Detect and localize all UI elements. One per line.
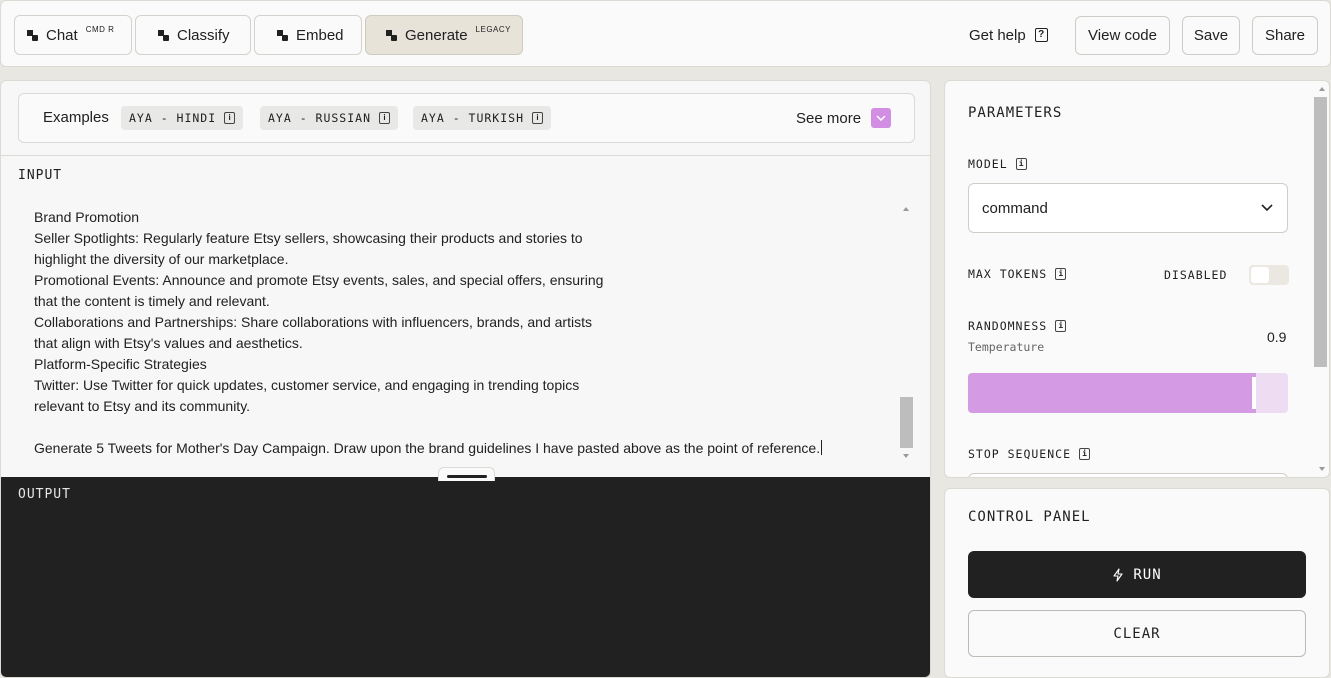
tab-embed-label: Embed — [296, 26, 344, 44]
lightning-icon — [1113, 567, 1123, 582]
scroll-down-arrow[interactable] — [903, 454, 909, 458]
tab-chat-label: Chat — [46, 26, 78, 44]
info-icon: i — [224, 112, 236, 124]
divider — [1, 155, 930, 156]
tab-embed[interactable]: Embed — [254, 15, 362, 55]
max-tokens-state: DISABLED — [1164, 268, 1228, 282]
classify-icon — [158, 29, 169, 41]
control-panel-title: CONTROL PANEL — [968, 509, 1091, 525]
input-label: INPUT — [18, 168, 63, 183]
parameters-scrollbar[interactable] — [1314, 97, 1327, 367]
prompt-line: highlight the diversity of our marketpla… — [34, 251, 289, 267]
prompt-line: that align with Etsy's values and aesthe… — [34, 335, 303, 351]
info-icon: i — [379, 112, 391, 124]
tab-chat-tag: CMD R — [85, 24, 115, 34]
see-more-label: See more — [796, 109, 862, 127]
info-icon: i — [1015, 158, 1027, 170]
example-chip-label: AYA - TURKISH — [421, 111, 525, 125]
randomness-label: RANDOMNESS i — [968, 319, 1067, 333]
temperature-label: Temperature — [968, 340, 1045, 354]
control-panel: CONTROL PANEL RUN CLEAR — [944, 488, 1330, 678]
prompt-line: Seller Spotlights: Regularly feature Ets… — [34, 230, 583, 246]
tab-classify[interactable]: Classify — [135, 15, 251, 55]
chevron-down-icon — [1261, 204, 1273, 212]
max-tokens-label: MAX TOKENS i — [968, 267, 1067, 281]
examples-bar: Examples AYA - HINDI i AYA - RUSSIAN i A… — [18, 93, 915, 143]
parameters-title: PARAMETERS — [968, 105, 1063, 121]
save-button[interactable]: Save — [1182, 16, 1240, 55]
temperature-slider[interactable] — [968, 373, 1288, 413]
model-label-text: MODEL — [968, 157, 1008, 171]
prompt-line: Generate 5 Tweets for Mother's Day Campa… — [34, 440, 821, 456]
editor-panel: Examples AYA - HINDI i AYA - RUSSIAN i A… — [0, 80, 931, 678]
prompt-line: Platform-Specific Strategies — [34, 356, 207, 372]
max-tokens-label-text: MAX TOKENS — [968, 267, 1048, 281]
stop-sequence-input[interactable] — [968, 473, 1288, 477]
example-chip-turkish[interactable]: AYA - TURKISH i — [413, 106, 552, 130]
stop-sequence-label: STOP SEQUENCE i — [968, 447, 1091, 461]
info-icon: i — [532, 112, 544, 124]
prompt-text: Brand Promotion Seller Spotlights: Regula… — [34, 193, 823, 465]
temperature-slider-fill — [968, 373, 1256, 413]
model-value: command — [982, 200, 1048, 217]
get-help-label: Get help — [969, 26, 1026, 44]
scroll-up-arrow[interactable] — [1319, 87, 1325, 91]
text-caret — [821, 440, 823, 455]
model-label: MODEL i — [968, 157, 1027, 171]
tab-generate-tag: LEGACY — [475, 24, 512, 34]
see-more-button[interactable]: See more — [796, 108, 892, 128]
model-select[interactable]: command — [968, 183, 1288, 233]
chat-icon — [27, 29, 38, 41]
example-chip-label: AYA - RUSSIAN — [268, 111, 372, 125]
top-bar: Chat CMD R Classify Embed Generate LEGAC… — [0, 0, 1331, 67]
get-help-link[interactable]: Get help ? — [969, 15, 1048, 55]
prompt-line: Collaborations and Partnerships: Share c… — [34, 314, 592, 330]
resize-handle[interactable] — [438, 467, 495, 481]
example-chip-hindi[interactable]: AYA - HINDI i — [121, 106, 244, 130]
prompt-line-last: Generate 5 Tweets for Mother's Day Campa… — [34, 438, 823, 459]
help-icon: ? — [1034, 28, 1048, 42]
scroll-down-arrow[interactable] — [1319, 467, 1325, 471]
prompt-line: relevant to Etsy and its community. — [34, 398, 251, 414]
max-tokens-toggle[interactable] — [1249, 265, 1289, 285]
example-chip-russian[interactable]: AYA - RUSSIAN i — [260, 106, 399, 130]
output-panel: OUTPUT — [1, 477, 930, 677]
prompt-line: Twitter: Use Twitter for quick updates, … — [34, 377, 580, 393]
input-scrollbar[interactable] — [900, 397, 913, 448]
prompt-line: Brand Promotion — [34, 209, 140, 225]
prompt-input[interactable]: Brand Promotion Seller Spotlights: Regula… — [18, 193, 898, 465]
info-icon: i — [1055, 320, 1067, 332]
embed-icon — [277, 29, 288, 41]
info-icon: i — [1055, 268, 1067, 280]
prompt-line — [34, 417, 822, 438]
share-button[interactable]: Share — [1252, 16, 1318, 55]
tab-classify-label: Classify — [177, 26, 230, 44]
tab-generate-label: Generate — [405, 26, 468, 44]
chevron-down-icon — [871, 108, 892, 128]
temperature-value: 0.9 — [1267, 329, 1287, 345]
info-icon: i — [1079, 448, 1091, 460]
run-label: RUN — [1133, 566, 1162, 583]
prompt-line: Promotional Events: Announce and promote… — [34, 272, 604, 288]
clear-button[interactable]: CLEAR — [968, 610, 1306, 657]
view-code-button[interactable]: View code — [1075, 16, 1170, 55]
parameters-panel: PARAMETERS MODEL i command MAX TOKENS i … — [944, 80, 1330, 478]
examples-label: Examples — [43, 109, 109, 126]
tab-generate[interactable]: Generate LEGACY — [365, 15, 523, 55]
tab-chat[interactable]: Chat CMD R — [14, 15, 132, 55]
stop-sequence-label-text: STOP SEQUENCE — [968, 447, 1072, 461]
example-chip-label: AYA - HINDI — [129, 111, 217, 125]
run-button[interactable]: RUN — [968, 551, 1306, 598]
generate-icon — [386, 29, 397, 41]
randomness-label-text: RANDOMNESS — [968, 319, 1048, 333]
output-label: OUTPUT — [18, 487, 71, 502]
temperature-slider-handle[interactable] — [1252, 377, 1256, 409]
scroll-up-arrow[interactable] — [903, 207, 909, 211]
prompt-line: that the content is timely and relevant. — [34, 293, 270, 309]
